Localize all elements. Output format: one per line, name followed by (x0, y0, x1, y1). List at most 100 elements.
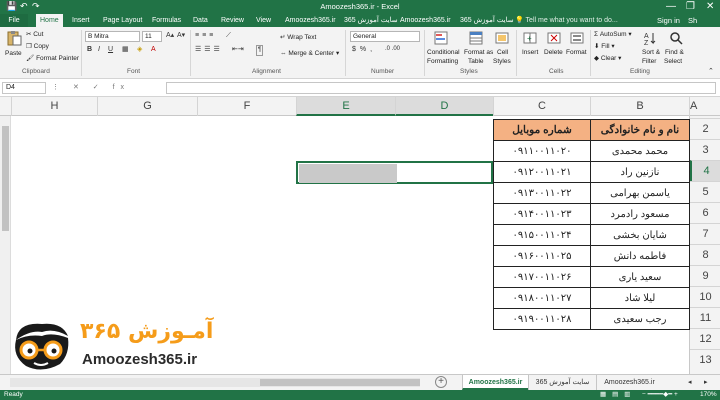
find-label[interactable]: Find & (665, 48, 684, 57)
vertical-align-icons[interactable]: ≡≡≡ (195, 31, 216, 40)
row-header-7[interactable]: 7 (690, 223, 720, 244)
cell-name[interactable]: لیلا شاد (590, 287, 690, 309)
row-header-3[interactable]: 3 (690, 139, 720, 160)
conditional-formatting-icon[interactable] (433, 30, 449, 46)
format-as-table-icon[interactable] (468, 30, 484, 46)
cell-name[interactable]: یاسمن بهرامی (590, 182, 690, 204)
decimal-icons[interactable]: .0 .00 (385, 45, 400, 54)
cell-mobile[interactable]: ۰۹۱۱۰۰۱۱۰۲۰ (493, 140, 591, 162)
merge-center-button[interactable]: ⇔ Merge & Center ▾ (280, 49, 339, 58)
indent-icons[interactable]: ⇤⇥ (232, 45, 244, 54)
view-mode-icons[interactable]: ▦▤▥ (600, 390, 636, 400)
sort-label[interactable]: Sort & (642, 48, 660, 57)
column-header-a[interactable]: A (689, 97, 720, 116)
select-label[interactable]: Select (664, 57, 682, 66)
tab-insert[interactable]: Insert (68, 14, 94, 27)
underline-icon[interactable]: U (108, 45, 113, 54)
minimize-icon[interactable]: — (666, 0, 676, 13)
collapse-ribbon-icon[interactable]: ⌃ (708, 67, 714, 76)
paste-icon[interactable] (6, 30, 22, 46)
row-header-4[interactable]: 4 (690, 160, 720, 181)
tab-file[interactable]: File (0, 14, 28, 27)
table-label[interactable]: Table (468, 57, 484, 66)
tab-home[interactable]: Home (36, 14, 63, 27)
cut-button[interactable]: ✂ Cut (26, 30, 43, 39)
sheet-tab-3[interactable]: Amoozesh365.ir (596, 375, 662, 390)
header-mobile-number[interactable]: شماره موبایل (493, 119, 591, 141)
formatting-label[interactable]: Formatting (427, 57, 458, 66)
row-header-11[interactable]: 11 (690, 307, 720, 328)
filter-label[interactable]: Filter (642, 57, 656, 66)
shrink-font-icon[interactable]: A▾ (177, 31, 185, 40)
tab-review[interactable]: Review (217, 14, 248, 27)
tab-custom-2[interactable]: سایت آموزش 365 (340, 14, 402, 27)
cell-name[interactable]: فاطمه دانش (590, 245, 690, 267)
borders-icon[interactable]: ▦ (122, 45, 129, 54)
format-button[interactable]: Format (566, 48, 587, 57)
format-as-label[interactable]: Format as (464, 48, 493, 57)
cell-name[interactable]: محمد محمدی (590, 140, 690, 162)
insert-cells-icon[interactable]: + (522, 30, 538, 46)
tab-data[interactable]: Data (189, 14, 212, 27)
column-header-d[interactable]: D (395, 97, 493, 116)
font-name-select[interactable]: B Mitra (85, 31, 140, 42)
formula-icons[interactable]: ⋮ ✕ ✓ fx (52, 82, 130, 94)
sign-in-link[interactable]: Sign in (657, 14, 680, 27)
column-header-f[interactable]: F (197, 97, 296, 116)
row-header-2[interactable]: 2 (690, 118, 720, 139)
formula-input[interactable] (166, 82, 716, 94)
sheet-tab-2[interactable]: سایت آموزش 365 (528, 375, 596, 390)
delete-button[interactable]: Delete (544, 48, 563, 57)
share-button[interactable]: Sh (688, 14, 697, 27)
orientation-icon[interactable]: ⟋ (226, 31, 231, 40)
zoom-slider[interactable]: − ━━━━◆━ + (642, 390, 678, 400)
number-format-select[interactable]: General (350, 31, 420, 42)
row-header-8[interactable]: 8 (690, 244, 720, 265)
clear-button[interactable]: ◆ Clear ▾ (594, 54, 621, 63)
row-header-10[interactable]: 10 (690, 286, 720, 307)
copy-button[interactable]: ❐ Copy (26, 42, 49, 51)
grow-font-icon[interactable]: A▴ (166, 31, 174, 40)
styles-label[interactable]: Styles (493, 57, 511, 66)
column-header-c[interactable]: C (493, 97, 590, 116)
cell-mobile[interactable]: ۰۹۱۶۰۰۱۱۰۲۵ (493, 245, 591, 267)
fill-color-icon[interactable]: ◈ (137, 45, 142, 54)
cell-name[interactable]: مسعود رادمرد (590, 203, 690, 225)
bold-icon[interactable]: B (87, 45, 92, 54)
autosum-button[interactable]: Σ AutoSum ▾ (594, 30, 632, 39)
cell-name[interactable]: نازنین راد (590, 161, 690, 183)
conditional-label[interactable]: Conditional (427, 48, 460, 57)
restore-icon[interactable]: ❐ (686, 0, 695, 13)
paste-button[interactable]: Paste (5, 49, 22, 58)
header-full-name[interactable]: نام و نام خانوادگی (590, 119, 690, 141)
insert-button[interactable]: Insert (522, 48, 538, 57)
cell-mobile[interactable]: ۰۹۱۷۰۰۱۱۰۲۶ (493, 266, 591, 288)
add-sheet-icon[interactable]: + (435, 376, 447, 388)
row-header-6[interactable]: 6 (690, 202, 720, 223)
tab-page-layout[interactable]: Page Layout (99, 14, 146, 27)
sheet-scroll-right-icon[interactable]: ▸ (704, 378, 708, 387)
cell-mobile[interactable]: ۰۹۱۳۰۰۱۱۰۲۲ (493, 182, 591, 204)
wrap-text-button[interactable]: ↵ Wrap Text (280, 33, 316, 42)
font-size-select[interactable]: 11 (142, 31, 162, 42)
tell-me-search[interactable]: 💡 Tell me what you want to do... (515, 14, 618, 27)
horizontal-align-icons[interactable]: ☰☰☰ (195, 45, 223, 54)
tab-view[interactable]: View (252, 14, 275, 27)
tab-custom-4[interactable]: سایت آموزش 365 (456, 14, 518, 27)
sheet-tab-1[interactable]: Amoozesh365.ir (462, 375, 528, 390)
sort-filter-icon[interactable]: AZ (643, 30, 659, 46)
column-header-g[interactable]: G (97, 97, 197, 116)
fill-button[interactable]: ⬇ Fill ▾ (594, 42, 615, 51)
selected-range[interactable] (296, 161, 493, 184)
row-header-5[interactable]: 5 (690, 181, 720, 202)
format-cells-icon[interactable] (569, 30, 585, 46)
delete-cells-icon[interactable] (546, 30, 562, 46)
find-select-icon[interactable] (668, 30, 684, 46)
number-format-icons[interactable]: $%, (352, 45, 376, 54)
column-header-h[interactable]: H (11, 97, 97, 116)
column-header-e[interactable]: E (296, 97, 395, 116)
cell-mobile[interactable]: ۰۹۱۲۰۰۱۱۰۲۱ (493, 161, 591, 183)
cell-name[interactable]: رجب سعیدی (590, 308, 690, 330)
cell-name[interactable]: شایان بخشی (590, 224, 690, 246)
tab-formulas[interactable]: Formulas (148, 14, 185, 27)
